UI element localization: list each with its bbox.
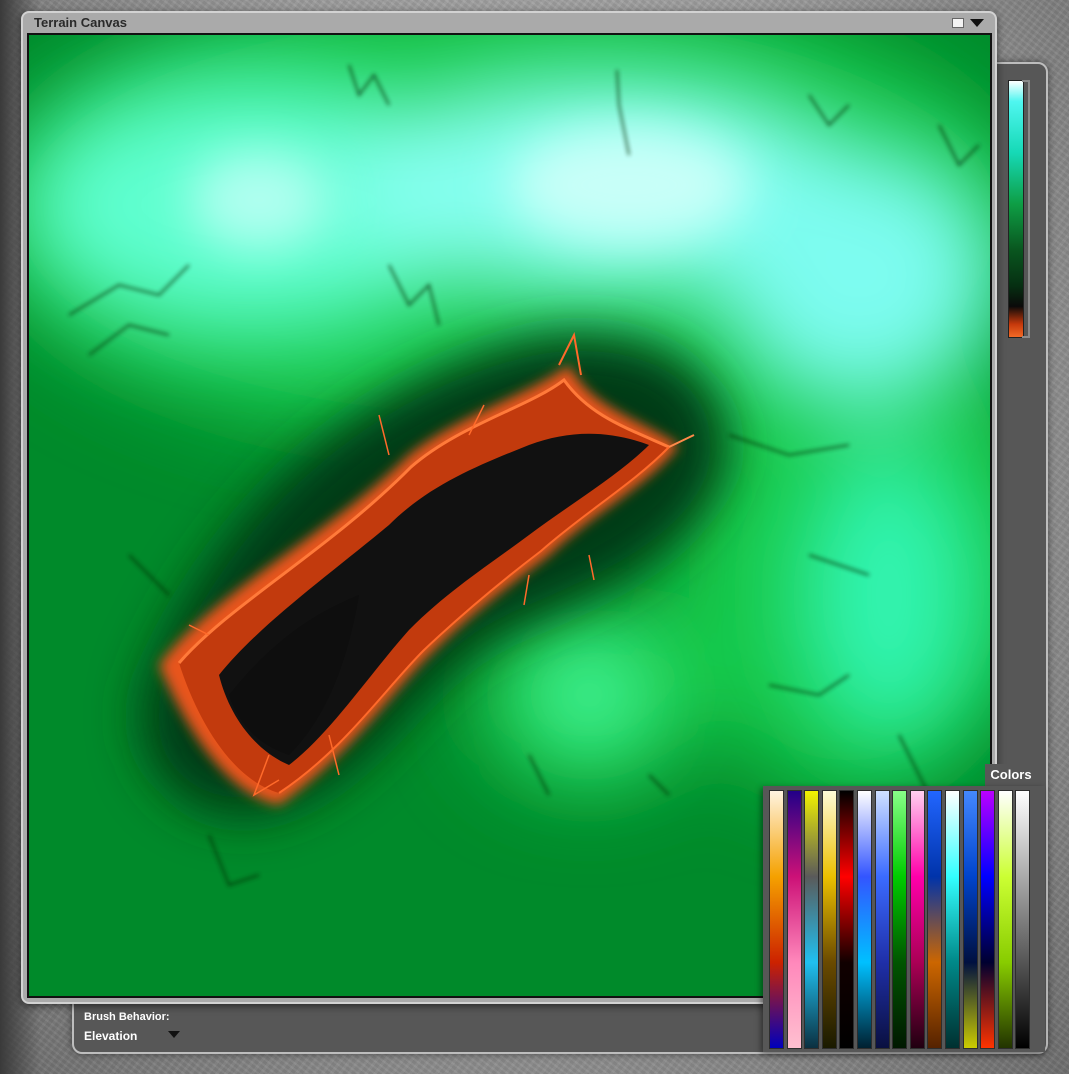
color-swatch-blue-orange-dashed[interactable]	[927, 790, 943, 1049]
color-swatch-yellow-gray-cyan[interactable]	[804, 790, 820, 1049]
brush-behavior-value: Elevation	[84, 1029, 138, 1043]
color-swatch-white-cyan-teal[interactable]	[945, 790, 960, 1049]
color-swatch-violet-blue-red[interactable]	[980, 790, 996, 1049]
brush-behavior-label: Brush Behavior:	[84, 1011, 170, 1023]
color-swatch-cream-gold-black[interactable]	[821, 790, 837, 1049]
brush-behavior-dropdown[interactable]: Elevation	[84, 1027, 184, 1043]
colors-tab[interactable]: Colors	[985, 764, 1037, 786]
color-swatch-blue-striped[interactable]	[874, 790, 890, 1049]
panel-menu-arrow-icon[interactable]	[970, 19, 984, 27]
color-swatch-magenta-pink[interactable]	[909, 790, 925, 1049]
color-scale-bracket[interactable]	[1022, 80, 1030, 338]
color-swatch-white-blue-cyan[interactable]	[857, 790, 872, 1049]
color-swatch-black-red-black[interactable]	[839, 790, 855, 1049]
color-swatch-blue-yellow[interactable]	[962, 790, 978, 1049]
chevron-down-icon[interactable]	[168, 1031, 180, 1038]
color-swatch-white-lime-green[interactable]	[997, 790, 1013, 1049]
color-swatch-warm-white-orange-red-blue[interactable]	[769, 790, 784, 1049]
window-mode-icon[interactable]	[952, 18, 964, 28]
color-swatch-green-black[interactable]	[892, 790, 908, 1049]
colors-palette	[763, 786, 1045, 1052]
color-swatch-white-gray-black[interactable]	[1015, 790, 1031, 1049]
color-swatch-purple-magenta-pink[interactable]	[786, 790, 802, 1049]
window-title: Terrain Canvas	[34, 15, 127, 30]
